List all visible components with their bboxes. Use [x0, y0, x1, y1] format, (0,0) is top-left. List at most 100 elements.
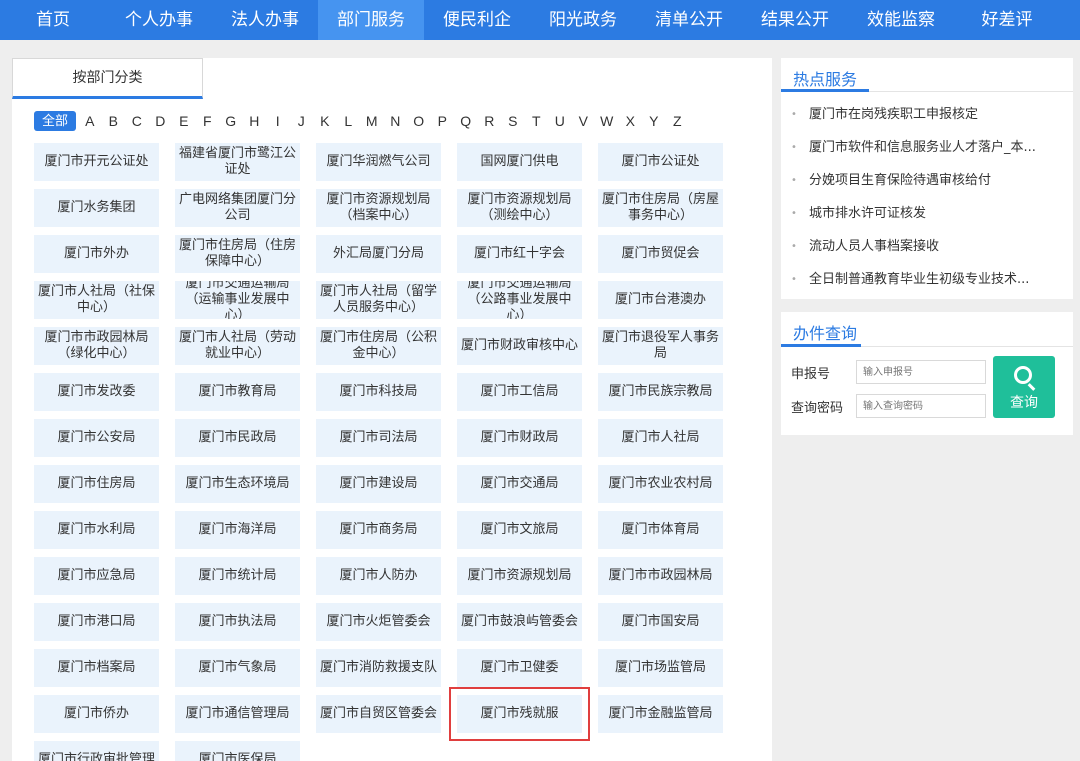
nav-item[interactable]: 清单公开	[636, 0, 742, 40]
department-item[interactable]: 福建省厦门市鹭江公证处	[175, 143, 300, 181]
letter-filter-item[interactable]: X	[619, 113, 643, 129]
nav-item[interactable]: 效能监察	[848, 0, 954, 40]
department-item[interactable]: 厦门市司法局	[316, 419, 441, 457]
department-item[interactable]: 厦门市场监管局	[598, 649, 723, 687]
department-item[interactable]: 厦门市体育局	[598, 511, 723, 549]
letter-filter-item[interactable]: O	[407, 113, 431, 129]
department-item[interactable]: 厦门市开元公证处	[34, 143, 159, 181]
letter-filter-item[interactable]: R	[478, 113, 502, 129]
department-item[interactable]: 厦门市住房局	[34, 465, 159, 503]
department-item[interactable]: 厦门市医保局	[175, 741, 300, 761]
nav-item[interactable]: 阳光政务	[530, 0, 636, 40]
department-item[interactable]: 厦门市工信局	[457, 373, 582, 411]
letter-filter-item[interactable]: V	[572, 113, 596, 129]
letter-filter-item[interactable]: U	[548, 113, 572, 129]
letter-filter-item[interactable]: P	[431, 113, 455, 129]
letter-filter-item[interactable]: K	[313, 113, 337, 129]
nav-item[interactable]: 部门服务	[318, 0, 424, 40]
department-item[interactable]: 厦门市统计局	[175, 557, 300, 595]
department-item[interactable]: 厦门市残就服	[449, 687, 590, 741]
query-password-input[interactable]	[856, 394, 986, 418]
department-item[interactable]: 厦门市教育局	[175, 373, 300, 411]
department-item[interactable]: 厦门市交通运输局（公路事业发展中心）	[457, 281, 582, 319]
department-item[interactable]: 厦门市科技局	[316, 373, 441, 411]
department-item[interactable]: 厦门市行政审批管理	[34, 741, 159, 761]
department-item[interactable]: 厦门市外办	[34, 235, 159, 273]
department-item[interactable]: 厦门市通信管理局	[175, 695, 300, 733]
letter-filter-item[interactable]: E	[172, 113, 196, 129]
letter-filter-item[interactable]: H	[243, 113, 267, 129]
hot-service-item[interactable]: • 流动人员人事档案接收	[791, 235, 1066, 268]
department-item[interactable]: 厦门市民族宗教局	[598, 373, 723, 411]
nav-item[interactable]: 个人办事	[106, 0, 212, 40]
department-item[interactable]: 厦门市资源规划局	[457, 557, 582, 595]
department-item[interactable]: 厦门市商务局	[316, 511, 441, 549]
department-item[interactable]: 厦门市水利局	[34, 511, 159, 549]
department-item[interactable]: 厦门市住房局（公积金中心）	[316, 327, 441, 365]
department-item[interactable]: 厦门市生态环境局	[175, 465, 300, 503]
department-item[interactable]: 厦门市红十字会	[457, 235, 582, 273]
nav-item[interactable]: 便民利企	[424, 0, 530, 40]
department-item[interactable]: 厦门市资源规划局（档案中心）	[316, 189, 441, 227]
letter-filter-item[interactable]: Z	[666, 113, 690, 129]
department-item[interactable]: 厦门市民政局	[175, 419, 300, 457]
department-item[interactable]: 厦门市卫健委	[457, 649, 582, 687]
department-item[interactable]: 厦门市台港澳办	[598, 281, 723, 319]
letter-filter-item[interactable]: F	[196, 113, 220, 129]
department-item[interactable]: 厦门市港口局	[34, 603, 159, 641]
department-item[interactable]: 厦门市海洋局	[175, 511, 300, 549]
letter-filter-item[interactable]: D	[149, 113, 173, 129]
letter-filter-item[interactable]: Y	[642, 113, 666, 129]
department-item[interactable]: 厦门市鼓浪屿管委会	[457, 603, 582, 641]
department-item[interactable]: 广电网络集团厦门分公司	[175, 189, 300, 227]
department-item[interactable]: 厦门市财政局	[457, 419, 582, 457]
department-item[interactable]: 厦门市市政园林局（绿化中心）	[34, 327, 159, 365]
department-item[interactable]: 厦门市档案局	[34, 649, 159, 687]
department-item[interactable]: 厦门市人社局（留学人员服务中心）	[316, 281, 441, 319]
department-item[interactable]: 厦门市交通局	[457, 465, 582, 503]
department-item[interactable]: 厦门市人防办	[316, 557, 441, 595]
department-item[interactable]: 外汇局厦门分局	[316, 235, 441, 273]
letter-filter-all[interactable]: 全部	[34, 111, 76, 131]
department-item[interactable]: 厦门市国安局	[598, 603, 723, 641]
department-item[interactable]: 厦门市退役军人事务局	[598, 327, 723, 365]
letter-filter-item[interactable]: C	[125, 113, 149, 129]
tab-by-department[interactable]: 按部门分类	[12, 58, 203, 99]
letter-filter-item[interactable]: T	[525, 113, 549, 129]
department-item[interactable]: 厦门水务集团	[34, 189, 159, 227]
department-item[interactable]: 厦门市应急局	[34, 557, 159, 595]
declaration-number-input[interactable]	[856, 360, 986, 384]
department-item[interactable]: 厦门市消防救援支队	[316, 649, 441, 687]
department-item[interactable]: 厦门市公证处	[598, 143, 723, 181]
department-item[interactable]: 厦门市公安局	[34, 419, 159, 457]
department-item[interactable]: 厦门华润燃气公司	[316, 143, 441, 181]
department-item[interactable]: 厦门市资源规划局（测绘中心）	[457, 189, 582, 227]
nav-item[interactable]: 首页	[0, 0, 106, 40]
letter-filter-item[interactable]: J	[290, 113, 314, 129]
department-item[interactable]: 厦门市执法局	[175, 603, 300, 641]
letter-filter-item[interactable]: A	[78, 113, 102, 129]
department-item[interactable]: 厦门市住房局（住房保障中心）	[175, 235, 300, 273]
department-item[interactable]: 厦门市财政审核中心	[457, 327, 582, 365]
hot-service-item[interactable]: • 厦门市软件和信息服务业人才落户_本...	[791, 136, 1066, 169]
department-item[interactable]: 厦门市交通运输局（运输事业发展中心）	[175, 281, 300, 319]
hot-service-item[interactable]: • 城市排水许可证核发	[791, 202, 1066, 235]
department-item[interactable]: 厦门市农业农村局	[598, 465, 723, 503]
letter-filter-item[interactable]: S	[501, 113, 525, 129]
letter-filter-item[interactable]: I	[266, 113, 290, 129]
letter-filter-item[interactable]: W	[595, 113, 619, 129]
department-item[interactable]: 厦门市市政园林局	[598, 557, 723, 595]
department-item[interactable]: 国网厦门供电	[457, 143, 582, 181]
department-item[interactable]: 厦门市气象局	[175, 649, 300, 687]
hot-service-item[interactable]: • 厦门市在岗残疾职工申报核定	[791, 103, 1066, 136]
department-item[interactable]: 厦门市住房局（房屋事务中心）	[598, 189, 723, 227]
department-item[interactable]: 厦门市文旅局	[457, 511, 582, 549]
nav-item[interactable]: 结果公开	[742, 0, 848, 40]
department-item[interactable]: 厦门市金融监管局	[598, 695, 723, 733]
department-item[interactable]: 厦门市人社局（劳动就业中心）	[175, 327, 300, 365]
department-item[interactable]: 厦门市自贸区管委会	[316, 695, 441, 733]
letter-filter-item[interactable]: N	[384, 113, 408, 129]
query-button[interactable]: 查询	[993, 356, 1055, 418]
department-item[interactable]: 厦门市侨办	[34, 695, 159, 733]
department-item[interactable]: 厦门市发改委	[34, 373, 159, 411]
